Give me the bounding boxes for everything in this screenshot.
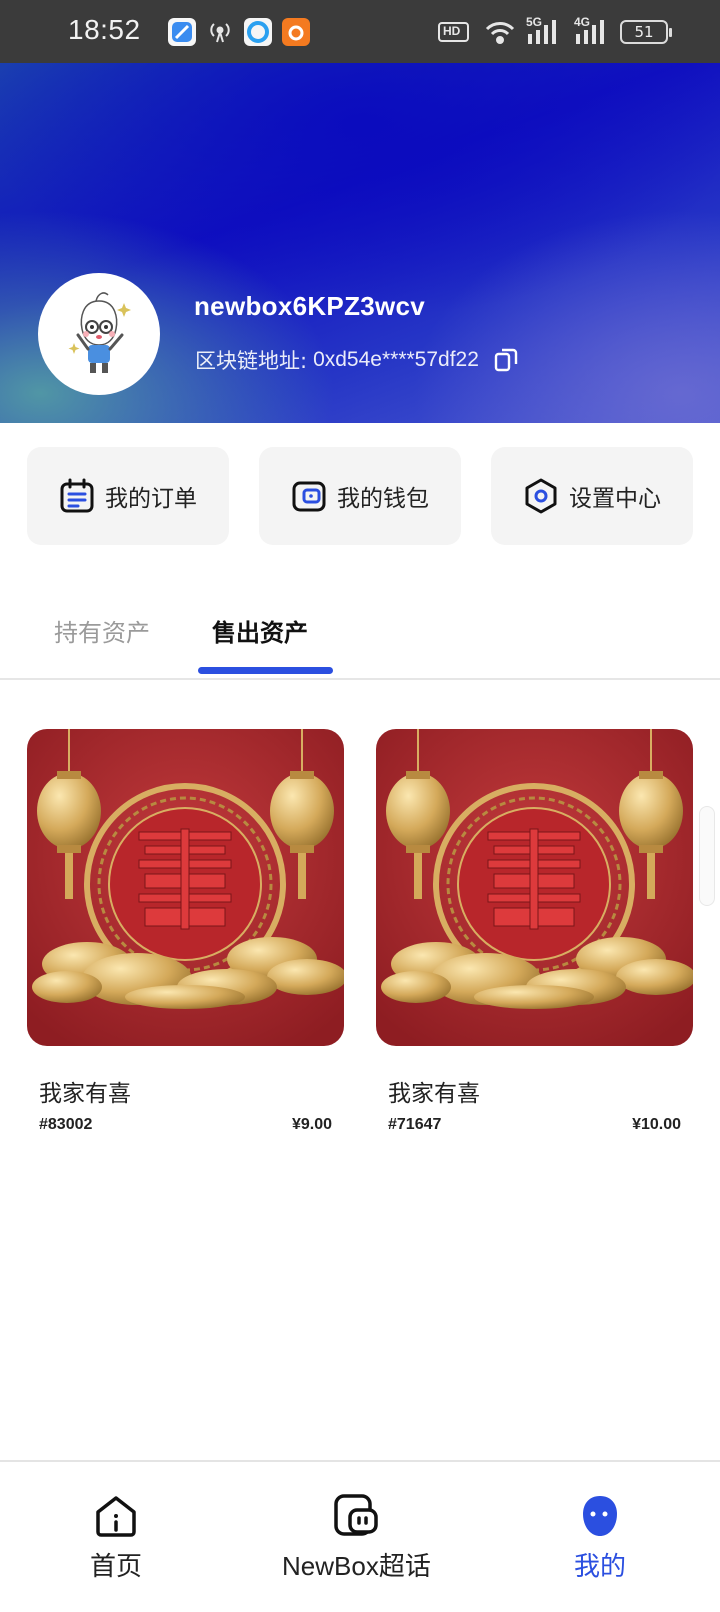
my-orders-label: 我的订单 bbox=[105, 486, 197, 512]
avatar[interactable] bbox=[38, 273, 160, 395]
asset-card[interactable]: 我家有喜 #71647 ¥10.00 bbox=[376, 729, 693, 1134]
asset-price: ¥10.00 bbox=[632, 1116, 681, 1133]
asset-meta: #83002 ¥9.00 bbox=[39, 1116, 332, 1134]
nav-newbox-label: NewBox超话 bbox=[282, 1551, 431, 1581]
home-icon bbox=[96, 1496, 136, 1537]
tab-held-assets[interactable]: 持有资产 bbox=[54, 613, 150, 648]
wifi-icon bbox=[484, 18, 516, 46]
browser-app-icon bbox=[244, 18, 272, 46]
address-label: 区块链地址: bbox=[195, 349, 308, 373]
username: newbox6KPZ3wcv bbox=[194, 291, 426, 321]
asset-id: #83002 bbox=[39, 1116, 93, 1133]
nav-home-label: 首页 bbox=[90, 1552, 143, 1582]
tab-active-indicator bbox=[198, 667, 333, 674]
profile-icon bbox=[583, 1496, 617, 1536]
asset-tabs: 持有资产 售出资产 bbox=[0, 585, 720, 680]
my-orders-button[interactable]: 我的订单 bbox=[27, 447, 229, 545]
asset-name: 我家有喜 bbox=[39, 1081, 131, 1107]
asset-id: #71647 bbox=[388, 1116, 442, 1133]
asset-image bbox=[376, 729, 693, 1046]
hotspot-icon bbox=[206, 18, 234, 46]
asset-meta: #71647 ¥10.00 bbox=[388, 1116, 681, 1134]
signal-4g-icon: 4G bbox=[574, 15, 610, 46]
wallet-icon bbox=[292, 481, 326, 512]
scroll-indicator[interactable] bbox=[699, 806, 715, 906]
signal-5g-icon: 5G bbox=[526, 15, 562, 46]
chat-icon bbox=[334, 1494, 379, 1536]
hd-icon: HD bbox=[438, 18, 470, 46]
nav-mine-label: 我的 bbox=[574, 1552, 627, 1582]
nav-mine[interactable]: 我的 bbox=[574, 1492, 626, 1583]
status-bar: 18:52 HD 5G 4G 51 bbox=[0, 0, 720, 63]
profile-banner: newbox6KPZ3wcv 区块链地址: 0xd54e****57df22 bbox=[0, 63, 720, 423]
asset-price: ¥9.00 bbox=[291, 1116, 332, 1133]
quick-actions: 我的订单 我的钱包 设置中心 bbox=[27, 447, 693, 545]
status-time: 18:52 bbox=[68, 14, 141, 45]
asset-name: 我家有喜 bbox=[388, 1081, 480, 1107]
nav-newbox-topics[interactable]: NewBox超话 bbox=[282, 1492, 431, 1583]
bottom-navigation: 首页 NewBox超话 我的 bbox=[0, 1460, 720, 1612]
copy-icon[interactable] bbox=[493, 347, 519, 373]
asset-grid: 我家有喜 #83002 ¥9.00 我家有喜 #71647 ¥10.00 bbox=[27, 729, 693, 1134]
asset-card[interactable]: 我家有喜 #83002 ¥9.00 bbox=[27, 729, 344, 1134]
address-row: 区块链地址: 0xd54e****57df22 bbox=[195, 345, 519, 375]
tab-sold-assets[interactable]: 售出资产 bbox=[212, 613, 308, 648]
hexagon-settings-icon bbox=[525, 478, 557, 514]
my-wallet-button[interactable]: 我的钱包 bbox=[259, 447, 461, 545]
my-wallet-label: 我的钱包 bbox=[337, 486, 429, 512]
calendar-list-icon bbox=[60, 478, 94, 513]
asset-image bbox=[27, 729, 344, 1046]
nav-home[interactable]: 首页 bbox=[90, 1492, 142, 1583]
orange-app-icon bbox=[282, 18, 310, 46]
address-value: 0xd54e****57df22 bbox=[313, 348, 479, 371]
app-notification-icon bbox=[168, 18, 196, 46]
battery-icon: 51 bbox=[620, 20, 672, 44]
settings-center-label: 设置中心 bbox=[569, 486, 661, 512]
settings-center-button[interactable]: 设置中心 bbox=[491, 447, 693, 545]
